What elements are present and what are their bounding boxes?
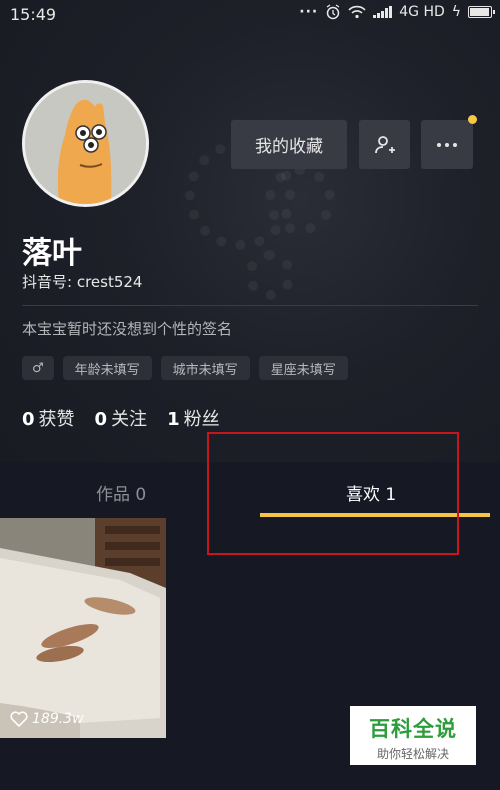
city-tag[interactable]: 城市未填写	[160, 356, 250, 380]
my-favorites-label: 我的收藏	[255, 137, 323, 157]
zodiac-tag[interactable]: 星座未填写	[258, 356, 348, 380]
avatar[interactable]	[22, 80, 149, 207]
watermark-subtitle: 助你轻松解决	[376, 747, 449, 761]
status-bar: 15:49 ··· 4G HD ϟ	[0, 0, 500, 30]
likes-received-stat[interactable]: 0 获赞	[22, 405, 75, 431]
more-icon	[437, 142, 457, 147]
video-like-count: 189.3w	[10, 711, 84, 727]
my-favorites-button[interactable]: 我的收藏	[231, 120, 347, 169]
tab-works[interactable]: 作品 0	[96, 480, 146, 505]
network-type: 4G HD	[399, 4, 445, 20]
watermark-title: 百科全说	[369, 717, 457, 741]
avatar-character-image	[25, 83, 146, 204]
douyin-id: 抖音号: crest524	[22, 273, 143, 291]
following-label: 关注	[111, 409, 148, 430]
battery-icon	[468, 6, 495, 18]
charging-icon: ϟ	[451, 4, 461, 20]
followers-label: 粉丝	[183, 409, 220, 430]
divider	[22, 305, 478, 306]
baike-watermark-logo: 百科全说 助你轻松解决	[350, 706, 476, 765]
alarm-icon	[326, 4, 340, 20]
following-stat[interactable]: 0 关注	[95, 405, 148, 431]
likes-received-label: 获赞	[38, 409, 75, 430]
followers-stat[interactable]: 1 粉丝	[167, 405, 220, 431]
profile-tags: ♂ 年龄未填写 城市未填写 星座未填写	[22, 356, 348, 380]
age-tag[interactable]: 年龄未填写	[62, 356, 152, 380]
signature[interactable]: 本宝宝暂时还没想到个性的签名	[22, 318, 232, 339]
followers-count: 1	[167, 409, 180, 430]
male-icon: ♂	[32, 360, 44, 376]
annotation-highlight-box	[207, 432, 459, 555]
add-friend-button[interactable]	[359, 120, 410, 169]
signal-icon	[373, 6, 393, 18]
status-time: 15:49	[10, 5, 57, 24]
following-count: 0	[94, 409, 108, 430]
nickname: 落叶	[22, 236, 82, 271]
like-count-value: 189.3w	[32, 711, 84, 727]
add-friend-icon	[374, 135, 395, 153]
heart-icon	[10, 711, 28, 727]
liked-video-thumbnail[interactable]	[0, 518, 166, 738]
gender-tag[interactable]: ♂	[22, 356, 54, 380]
video-thumbnail-image	[0, 518, 166, 738]
profile-stats: 0 获赞 0 关注 1 粉丝	[22, 405, 220, 431]
notification-dot	[468, 115, 477, 124]
notification-dots-icon: ···	[299, 4, 319, 20]
wifi-icon	[348, 5, 366, 19]
more-button[interactable]	[421, 115, 477, 169]
likes-received-count: 0	[22, 409, 35, 430]
status-icons: ··· 4G HD ϟ	[299, 4, 495, 20]
